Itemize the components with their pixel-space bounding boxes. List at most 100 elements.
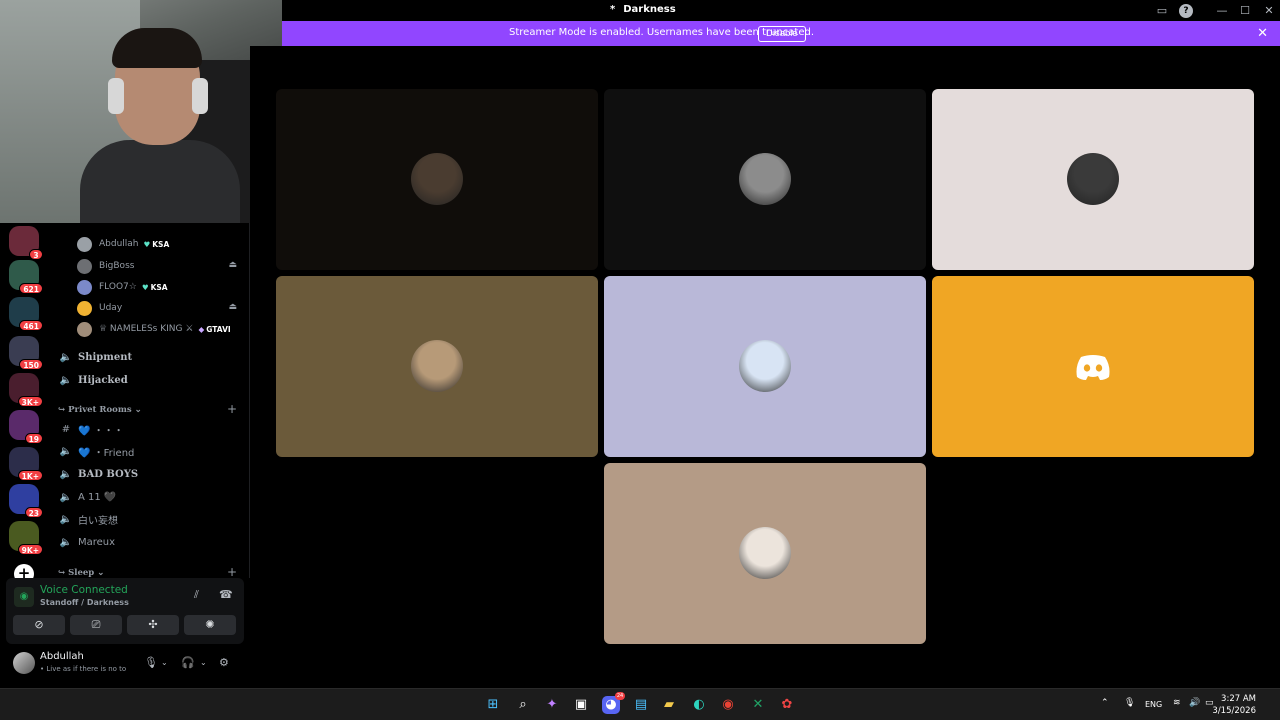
headphones-icon[interactable]: 🎧: [181, 656, 195, 669]
gear-icon[interactable]: ⚙: [219, 656, 229, 669]
hashtag-icon: #: [61, 423, 71, 435]
chevron-down-icon[interactable]: ⌄: [161, 658, 168, 667]
participant-tile[interactable]: [604, 89, 926, 270]
custom-status: • Live as if there is no to: [40, 665, 127, 673]
voice-member[interactable]: BigBoss: [77, 258, 134, 274]
close-window-icon[interactable]: ✕: [1262, 4, 1276, 18]
server-icon[interactable]: 3K+: [9, 373, 43, 407]
speaker-icon: 🔈: [59, 468, 73, 480]
disconnect-icon[interactable]: ☎: [219, 588, 233, 601]
microphone-icon[interactable]: 🎙: [144, 656, 158, 669]
help-icon[interactable]: ?: [1179, 4, 1193, 18]
windows-start-icon[interactable]: ⊞: [484, 696, 502, 714]
signal-icon[interactable]: ◉: [14, 587, 34, 607]
avatar: [739, 153, 791, 205]
search-icon[interactable]: ⌕: [514, 696, 532, 714]
screen-share-button[interactable]: ⎚: [70, 615, 122, 635]
participant-tile[interactable]: [276, 89, 598, 270]
voice-member[interactable]: Uday: [77, 300, 122, 316]
noise-suppression-icon[interactable]: ⫽: [194, 588, 199, 602]
minimize-icon[interactable]: —: [1215, 4, 1229, 18]
username[interactable]: Abdullah: [40, 651, 84, 662]
store-icon[interactable]: ▣: [572, 696, 590, 714]
channel-white-delusion[interactable]: 🔈 白い妄想: [59, 510, 118, 528]
channel-hijacked[interactable]: 🔈 Hijacked: [59, 371, 128, 389]
server-icon[interactable]: 3: [9, 226, 43, 260]
notepad-icon[interactable]: ▤: [632, 696, 650, 714]
system-clock[interactable]: 3:27 AM 3/15/2026: [1212, 693, 1256, 717]
file-explorer-icon[interactable]: ▰: [660, 696, 678, 714]
channel-friend[interactable]: 🔈 💙 ・Friend: [59, 442, 135, 460]
avatar: [77, 321, 92, 337]
notification-badge: 461: [19, 320, 43, 331]
camera-off-button[interactable]: ⊘: [13, 615, 65, 635]
discord-logo-icon: [1076, 355, 1110, 380]
server-icon[interactable]: 461: [9, 297, 43, 331]
voice-status[interactable]: Voice Connected: [40, 584, 128, 596]
channel-a11[interactable]: 🔈 A 11 🖤: [59, 488, 117, 506]
category-sleep[interactable]: ↪ Sleep ⌄: [58, 568, 104, 578]
server-icon[interactable]: 150: [9, 336, 43, 370]
copilot-icon[interactable]: ✦: [543, 696, 561, 714]
language-indicator[interactable]: ENG: [1145, 700, 1162, 709]
create-channel-icon[interactable]: +: [227, 565, 237, 578]
notification-badge: 19: [24, 433, 43, 444]
edge-icon[interactable]: ◐: [690, 696, 708, 714]
participant-tile[interactable]: [276, 276, 598, 457]
server-icon[interactable]: 19: [9, 410, 43, 444]
playstation-icon: ⏏: [228, 260, 237, 270]
chrome-icon[interactable]: ◉: [719, 696, 737, 714]
window-title: * Darkness: [610, 4, 676, 15]
voice-stage: [250, 46, 1280, 688]
category-privet-rooms[interactable]: ↪ Privet Rooms ⌄: [58, 405, 142, 415]
create-channel-icon[interactable]: +: [227, 402, 237, 416]
avatar: [411, 340, 463, 392]
inbox-icon[interactable]: ▭: [1155, 4, 1169, 18]
avatar: [77, 258, 92, 274]
server-icon[interactable]: 1K+: [9, 447, 43, 481]
channel-text[interactable]: # 💙 ・・・: [59, 420, 124, 438]
participant-tile[interactable]: [932, 89, 1254, 270]
voice-connected-panel: ◉ Voice Connected Standoff / Darkness ⫽ …: [6, 578, 244, 644]
participant-tile[interactable]: [932, 276, 1254, 457]
speaker-icon: 🔈: [59, 491, 73, 503]
excel-icon[interactable]: ✕: [749, 696, 767, 714]
server-icon[interactable]: 23: [9, 484, 43, 518]
avatar: [411, 153, 463, 205]
voice-member[interactable]: ♕ NAMELESs KING ⚔ ◆ GTAVI: [77, 321, 231, 337]
channel-bad-boys[interactable]: 🔈 BAD BOYS: [59, 465, 138, 483]
participant-tile[interactable]: [604, 276, 926, 457]
voice-member[interactable]: Abdullah ♥ KSA: [77, 236, 169, 252]
chevron-up-icon[interactable]: ⌃: [1101, 698, 1109, 708]
close-banner-icon[interactable]: ✕: [1257, 26, 1268, 41]
notification-badge: 3: [29, 249, 43, 260]
speaker-icon: 🔈: [59, 536, 73, 548]
tag-badge: ♥ KSA: [141, 282, 168, 292]
wifi-icon[interactable]: ≋: [1173, 698, 1181, 708]
activities-button[interactable]: ✣: [127, 615, 179, 635]
participant-tile[interactable]: [604, 463, 926, 644]
playstation-icon: ⏏: [228, 302, 237, 312]
app-icon[interactable]: ✿: [778, 696, 796, 714]
channel-shipment[interactable]: 🔈 Shipment: [59, 348, 132, 366]
volume-icon[interactable]: 🔊: [1189, 698, 1200, 708]
discord-taskbar-icon[interactable]: ◕ 24: [602, 692, 625, 714]
streamer-mode-banner: Streamer Mode is enabled. Usernames have…: [282, 21, 1280, 46]
avatar[interactable]: [13, 652, 35, 674]
avatar: [739, 340, 791, 392]
channel-mareux[interactable]: 🔈 Mareux: [59, 533, 115, 551]
server-icon[interactable]: 621: [9, 260, 43, 294]
disable-streamer-mode-button[interactable]: Disable: [758, 26, 806, 42]
voice-member[interactable]: FLOO7☆ ♥ KSA: [77, 279, 168, 295]
maximize-icon[interactable]: ☐: [1238, 4, 1252, 18]
speaker-icon: 🔈: [59, 445, 73, 457]
microphone-icon[interactable]: 🎙: [1124, 698, 1135, 708]
server-icon[interactable]: 9K+: [9, 521, 43, 555]
discord-app: * Darkness ▭ ? — ☐ ✕ Streamer Mode is ena…: [0, 0, 1280, 688]
voice-location[interactable]: Standoff / Darkness: [40, 598, 129, 607]
channel-list: Abdullah ♥ KSA BigBoss ⏏ FLOO7☆ ♥ KSA Uday…: [48, 223, 250, 578]
webcam-overlay: [0, 0, 282, 223]
chevron-down-icon[interactable]: ⌄: [200, 658, 207, 667]
soundboard-button[interactable]: ✺: [184, 615, 236, 635]
speaker-icon: 🔈: [59, 513, 73, 525]
